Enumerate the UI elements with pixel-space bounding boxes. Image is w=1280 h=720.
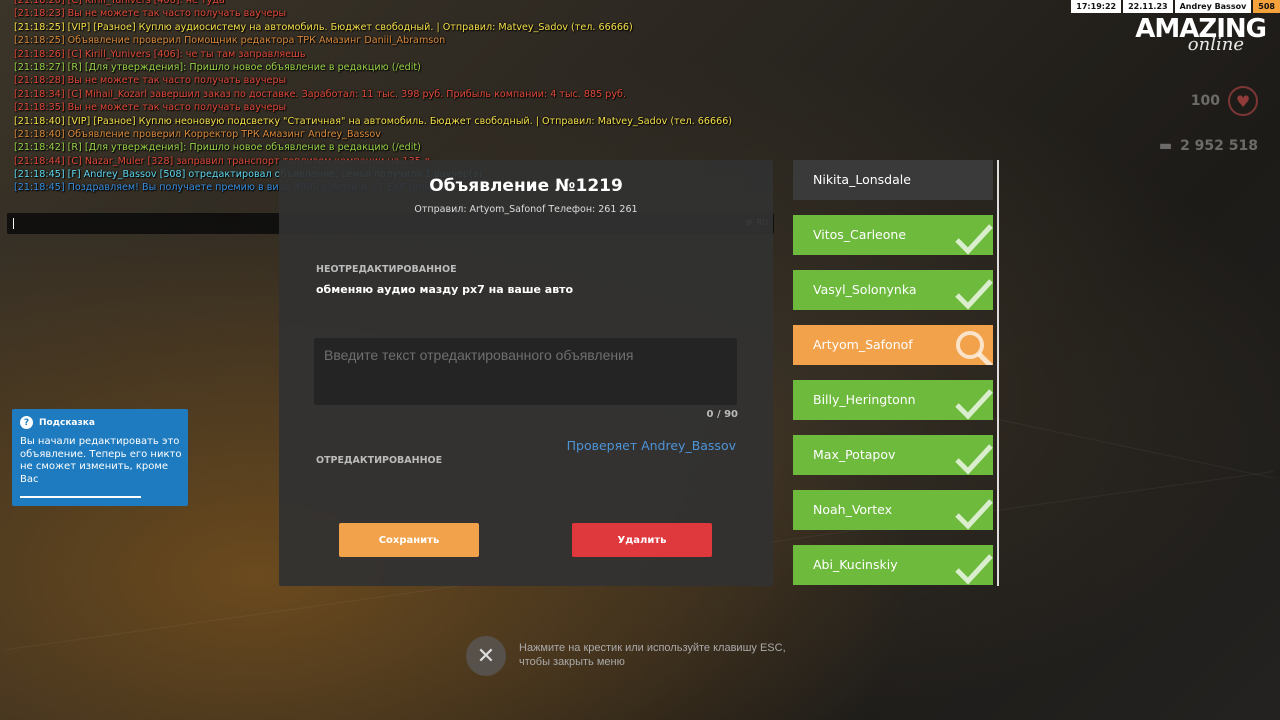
delete-button[interactable]: Удалить [572, 523, 712, 557]
check-icon [955, 224, 993, 255]
chat-line: [21:18:27] [R] [Для утверждения]: Пришло… [14, 61, 421, 73]
player-level: 508 [1253, 0, 1280, 13]
queue-item[interactable]: Noah_Vortex [793, 490, 993, 530]
health-value: 100 [1190, 93, 1220, 109]
status-bar: 17:19:22 22.11.23 Andrey Bassov 508 [1069, 0, 1280, 13]
hint-title: Подсказка [39, 417, 95, 428]
save-button[interactable]: Сохранить [339, 523, 479, 557]
queue-item[interactable]: Billy_Heringtonn [793, 380, 993, 420]
close-instructions: Нажмите на крестик или используйте клави… [519, 642, 786, 668]
queue-item-name: Abi_Kucinskiy [813, 557, 898, 572]
chat-line: [21:18:20] [C] Kirill_Yunivers [406]: не… [14, 0, 225, 6]
queue-item-name: Vasyl_Solonynka [813, 282, 917, 297]
edited-label: ОТРЕДАКТИРОВАННОЕ [316, 455, 443, 466]
player-name: Andrey Bassov [1174, 0, 1252, 13]
edited-text-input[interactable] [314, 338, 737, 405]
hint-progress-bar [20, 496, 141, 498]
chat-line: [21:18:25] [VIP] [Разное] Куплю аудиосис… [14, 21, 633, 33]
close-button[interactable]: ✕ [466, 636, 506, 676]
announcement-queue-list: Nikita_Lonsdale Vitos_Carleone Vasyl_Solon… [793, 160, 993, 600]
chat-line: [21:18:40] [VIP] [Разное] Куплю неоновую… [14, 115, 733, 127]
check-icon [955, 389, 993, 420]
hint-text: Вы начали редактировать это объявление. … [20, 436, 182, 485]
text-caret [13, 218, 14, 229]
queue-item[interactable]: Abi_Kucinskiy [793, 545, 993, 585]
heart-icon: ♥ [1228, 86, 1258, 116]
clock: 17:19:22 [1071, 0, 1122, 13]
chat-line: [21:18:23] Вы не можете так часто получа… [14, 8, 287, 20]
announcement-sender: Отправил: Artyom_Safonof Телефон: 261 26… [414, 204, 638, 215]
game-logo: AMAZING online [1135, 16, 1267, 55]
chat-line: [21:18:28] Вы не можете так часто получа… [14, 75, 287, 87]
queue-item-name: Artyom_Safonof [813, 337, 913, 352]
chat-line: [21:18:26] [C] Kirill_Yunivers [406]: че… [14, 48, 306, 60]
queue-item[interactable]: Max_Potapov [793, 435, 993, 475]
hud: 100 ♥ ▬ 2 952 518 [1159, 86, 1258, 154]
money-value: 2 952 518 [1180, 138, 1258, 154]
check-icon [955, 554, 993, 585]
announcement-panel: Объявление №1219 Отправил: Artyom_Safono… [279, 160, 773, 586]
check-icon [955, 499, 993, 530]
close-icon: ✕ [476, 643, 496, 669]
chat-line: [21:18:25] Объявление проверил Помощник … [14, 35, 446, 47]
checker-label: Проверяет Andrey_Bassov [566, 438, 736, 453]
hint-box: ? Подсказка Вы начали редактировать это … [12, 409, 188, 506]
wallet-icon: ▬ [1158, 138, 1173, 154]
chat-line: [21:18:40] Объявление проверил Корректор… [14, 128, 381, 140]
char-counter: 0 / 90 [706, 409, 739, 420]
date: 22.11.23 [1123, 0, 1173, 13]
queue-item-name: Nikita_Lonsdale [813, 172, 911, 187]
question-icon: ? [20, 416, 33, 429]
announcement-title: Объявление №1219 [429, 176, 623, 196]
check-icon [955, 279, 993, 310]
list-scrollbar[interactable] [997, 160, 999, 586]
original-text: обменяю аудио мазду рх7 на ваше авто [316, 283, 574, 296]
queue-item[interactable]: Artyom_Safonof [793, 325, 993, 365]
queue-item-name: Billy_Heringtonn [813, 392, 916, 407]
check-icon [955, 444, 993, 475]
chat-line: [21:18:35] Вы не можете так часто получа… [14, 102, 287, 114]
unedited-label: НЕОТРЕДАКТИРОВАННОЕ [316, 264, 457, 275]
chat-line: [21:18:42] [R] [Для утверждения]: Пришло… [14, 142, 421, 154]
queue-item-name: Max_Potapov [813, 447, 896, 462]
queue-item-name: Vitos_Carleone [813, 227, 907, 242]
queue-item[interactable]: Vitos_Carleone [793, 215, 993, 255]
magnifier-icon [956, 331, 993, 365]
queue-item[interactable]: Nikita_Lonsdale [793, 160, 993, 200]
queue-item[interactable]: Vasyl_Solonynka [793, 270, 993, 310]
queue-item-name: Noah_Vortex [813, 502, 892, 517]
chat-line: [21:18:34] [C] Mihail_Kozarl завершил за… [14, 88, 626, 100]
